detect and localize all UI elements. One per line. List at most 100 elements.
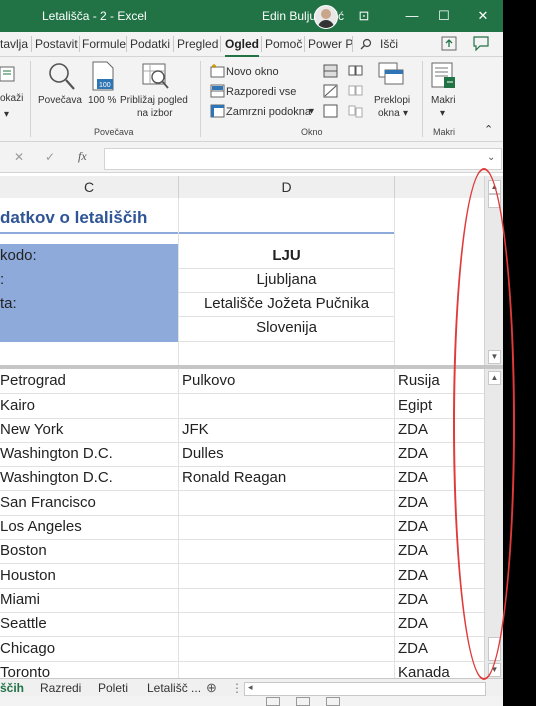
city-cell[interactable]: Miami [0, 591, 40, 608]
chevron-down-icon[interactable]: ▾ [4, 109, 9, 120]
group-zoom-label: Povečava [94, 127, 134, 137]
country-cell[interactable]: ZDA [398, 591, 428, 608]
macros-icon [430, 61, 458, 94]
country-cell[interactable]: ZDA [398, 421, 428, 438]
city-cell[interactable]: New York [0, 421, 63, 438]
expand-formula-bar-icon[interactable]: ⌄ [487, 152, 495, 163]
chevron-down-icon: ▾ [403, 108, 409, 119]
tab-page-layout[interactable]: Postavit [35, 37, 78, 51]
airport-cell[interactable]: Dulles [182, 445, 224, 462]
page-layout-view-icon[interactable] [296, 697, 310, 706]
search-icon[interactable] [360, 37, 372, 51]
comments-icon[interactable] [473, 36, 489, 54]
normal-view-icon[interactable] [266, 697, 280, 706]
country-cell[interactable]: Kanada [398, 664, 450, 678]
tab-formulas[interactable]: Formule [82, 37, 126, 51]
country-cell[interactable]: ZDA [398, 518, 428, 535]
insert-function-icon[interactable]: fx [78, 149, 87, 164]
freeze-panes-icon [210, 104, 225, 121]
city-cell[interactable]: San Francisco [0, 494, 96, 511]
country-cell[interactable]: Egipt [398, 397, 432, 414]
city-cell[interactable]: Seattle [0, 615, 47, 632]
hide-window-icon[interactable] [323, 84, 338, 101]
tab-review[interactable]: Pregled [177, 37, 218, 51]
value-city[interactable]: Ljubljana [179, 271, 394, 288]
ribbon-display-options-icon[interactable]: ⊡ [352, 0, 376, 32]
city-cell[interactable]: Boston [0, 542, 47, 559]
ribbon: okaži ▾ Povečava 100 100 % Približaj pog… [0, 57, 503, 142]
column-header-d[interactable]: D [179, 176, 395, 198]
airport-cell[interactable]: Ronald Reagan [182, 469, 286, 486]
new-window-label: Novo okno [226, 66, 279, 78]
scroll-left-icon[interactable]: ◂ [248, 682, 253, 693]
show-label[interactable]: okaži [0, 93, 23, 104]
enter-icon[interactable]: ✓ [45, 150, 55, 164]
table-row: Houston ZDA [0, 564, 484, 589]
macros-label: Makri [431, 95, 456, 106]
column-header-c[interactable]: C [0, 176, 179, 198]
table-row: Seattle ZDA [0, 612, 484, 637]
country-cell[interactable]: ZDA [398, 615, 428, 632]
horizontal-scrollbar[interactable]: ◂ [244, 682, 486, 696]
airport-cell[interactable]: JFK [182, 421, 209, 438]
new-window-icon [210, 64, 225, 81]
country-cell[interactable]: Rusija [398, 372, 440, 389]
page-break-view-icon[interactable] [326, 697, 340, 706]
value-airport[interactable]: Letališče Jožeta Pučnika [179, 295, 394, 312]
synchronous-scrolling-icon[interactable] [348, 84, 363, 101]
value-code[interactable]: LJU [179, 247, 394, 264]
city-cell[interactable]: Kairo [0, 397, 35, 414]
city-cell[interactable]: Petrograd [0, 372, 66, 389]
add-sheet-icon[interactable]: ⊕ [206, 680, 217, 696]
city-cell[interactable]: Chicago [0, 640, 55, 657]
split-icon[interactable] [323, 64, 338, 81]
sheet-tab-airports-list[interactable]: Letališč ... [147, 681, 201, 695]
country-cell[interactable]: ZDA [398, 640, 428, 657]
cancel-icon[interactable]: ✕ [14, 150, 24, 164]
formula-input[interactable] [104, 148, 502, 170]
collapse-ribbon-icon[interactable]: ⌃ [484, 123, 493, 136]
city-cell[interactable]: Los Angeles [0, 518, 82, 535]
window-title: Letališča - 2 - Excel [42, 9, 147, 23]
sheet-tab-airports[interactable]: ščih [0, 681, 24, 695]
country-cell[interactable]: ZDA [398, 469, 428, 486]
country-cell[interactable]: ZDA [398, 567, 428, 584]
country-cell[interactable]: ZDA [398, 494, 428, 511]
sheet-tab-flights[interactable]: Poleti [98, 681, 128, 695]
label-airport[interactable]: ta: [0, 295, 17, 312]
tab-view[interactable]: Ogled [225, 37, 260, 57]
more-options-icon[interactable]: ⋮ [231, 681, 243, 695]
tab-power-pivot[interactable]: Power P [308, 37, 353, 51]
svg-text:100: 100 [99, 82, 111, 89]
city-cell[interactable]: Houston [0, 567, 56, 584]
maximize-button[interactable]: ☐ [424, 0, 464, 32]
switch-windows-label-1: Preklopi [374, 95, 411, 106]
sheet-tab-classes[interactable]: Razredi [40, 681, 81, 695]
view-side-by-side-icon[interactable] [348, 64, 363, 81]
city-cell[interactable]: Washington D.C. [0, 445, 113, 462]
unhide-window-icon[interactable] [323, 104, 338, 121]
city-cell[interactable]: Washington D.C. [0, 469, 113, 486]
table-row: San Francisco ZDA [0, 491, 484, 516]
title-underline [0, 232, 395, 234]
airport-cell[interactable]: Pulkovo [182, 372, 235, 389]
status-bar [0, 696, 503, 706]
magnifier-icon [46, 61, 76, 94]
search-box[interactable]: Išči [380, 37, 398, 51]
city-cell[interactable]: Toronto [0, 664, 50, 678]
value-country[interactable]: Slovenija [179, 319, 394, 336]
close-button[interactable]: ✕ [463, 0, 503, 32]
tab-help[interactable]: Pomoč [265, 37, 302, 51]
share-icon[interactable] [441, 36, 457, 54]
country-cell[interactable]: ZDA [398, 445, 428, 462]
sheet-title[interactable]: datkov o letališčih [0, 208, 147, 228]
reset-window-position-icon[interactable] [348, 104, 363, 121]
country-cell[interactable]: ZDA [398, 542, 428, 559]
tab-insert[interactable]: tavlja [0, 37, 28, 51]
label-city[interactable]: : [0, 271, 4, 288]
user-avatar[interactable] [314, 5, 338, 29]
tab-data[interactable]: Podatki [130, 37, 170, 51]
formula-bar: ✕ ✓ fx ⌄ [0, 142, 503, 173]
label-code[interactable]: kodo: [0, 247, 37, 264]
workbook-views-icon[interactable] [0, 65, 16, 88]
